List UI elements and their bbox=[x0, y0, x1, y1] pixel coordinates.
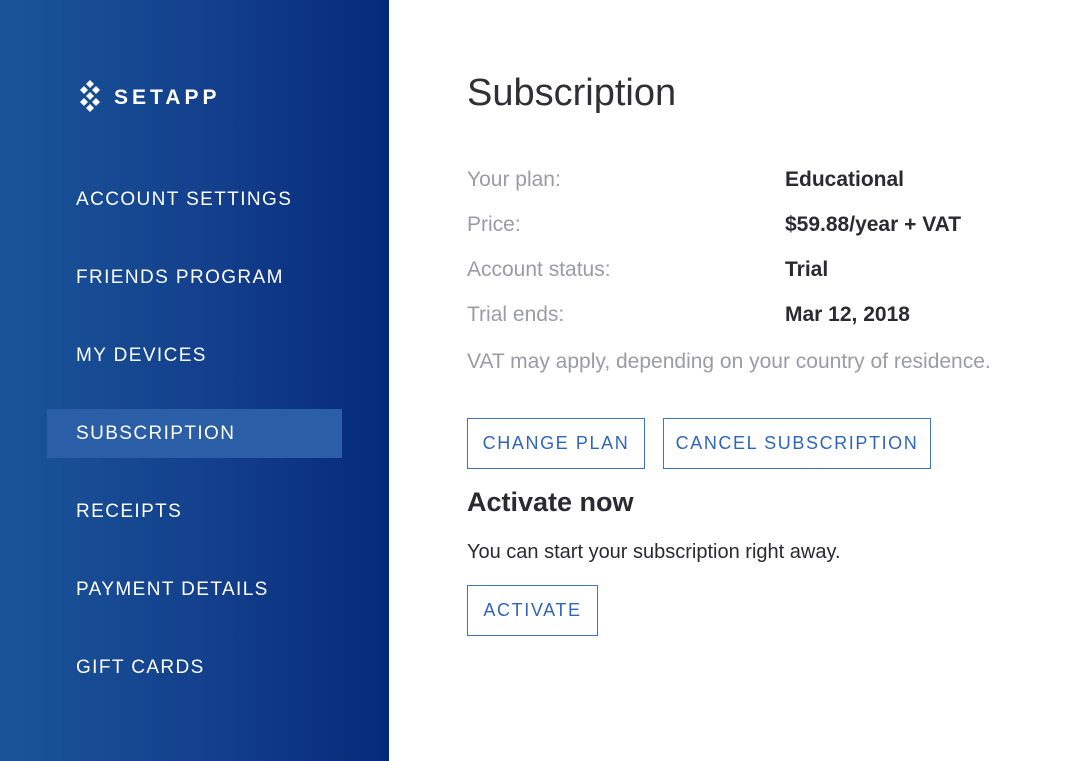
setapp-logo-icon bbox=[80, 80, 100, 112]
brand-name: SETAPP bbox=[114, 86, 221, 109]
sidebar-item-payment-details[interactable]: PAYMENT DETAILS bbox=[47, 565, 342, 614]
brand-logo[interactable]: SETAPP bbox=[78, 80, 220, 116]
activate-description: You can start your subscription right aw… bbox=[467, 541, 841, 563]
price-row: Price: $59.88/year + VAT bbox=[467, 213, 1047, 258]
sidebar-item-gift-cards[interactable]: GIFT CARDS bbox=[47, 643, 342, 692]
trial-ends-row: Trial ends: Mar 12, 2018 bbox=[467, 303, 1047, 348]
change-plan-button[interactable]: CHANGE PLAN bbox=[467, 418, 645, 469]
plan-row: Your plan: Educational bbox=[467, 168, 1047, 213]
account-status-label: Account status: bbox=[467, 258, 611, 281]
price-value: $59.88/year + VAT bbox=[785, 213, 962, 236]
plan-value: Educational bbox=[785, 168, 905, 191]
trial-ends-value: Mar 12, 2018 bbox=[785, 303, 910, 326]
account-status-value: Trial bbox=[785, 258, 829, 281]
activate-heading: Activate now bbox=[467, 487, 634, 517]
sidebar: SETAPP ACCOUNT SETTINGS FRIENDS PROGRAM … bbox=[0, 0, 389, 761]
trial-ends-label: Trial ends: bbox=[467, 303, 565, 326]
sidebar-item-friends-program[interactable]: FRIENDS PROGRAM bbox=[47, 253, 342, 302]
page-title: Subscription bbox=[467, 72, 677, 114]
subscription-details: Your plan: Educational Price: $59.88/yea… bbox=[467, 168, 1047, 348]
sidebar-nav: ACCOUNT SETTINGS FRIENDS PROGRAM MY DEVI… bbox=[47, 175, 342, 721]
app-window: SETAPP ACCOUNT SETTINGS FRIENDS PROGRAM … bbox=[0, 0, 1080, 761]
vat-note: VAT may apply, depending on your country… bbox=[467, 350, 991, 373]
cancel-subscription-button[interactable]: CANCEL SUBSCRIPTION bbox=[663, 418, 931, 469]
sidebar-item-subscription[interactable]: SUBSCRIPTION bbox=[47, 409, 342, 458]
plan-label: Your plan: bbox=[467, 168, 561, 191]
sidebar-item-account-settings[interactable]: ACCOUNT SETTINGS bbox=[47, 175, 342, 224]
sidebar-item-receipts[interactable]: RECEIPTS bbox=[47, 487, 342, 536]
account-status-row: Account status: Trial bbox=[467, 258, 1047, 303]
sidebar-item-my-devices[interactable]: MY DEVICES bbox=[47, 331, 342, 380]
price-label: Price: bbox=[467, 213, 521, 236]
activate-button[interactable]: ACTIVATE bbox=[467, 585, 598, 636]
